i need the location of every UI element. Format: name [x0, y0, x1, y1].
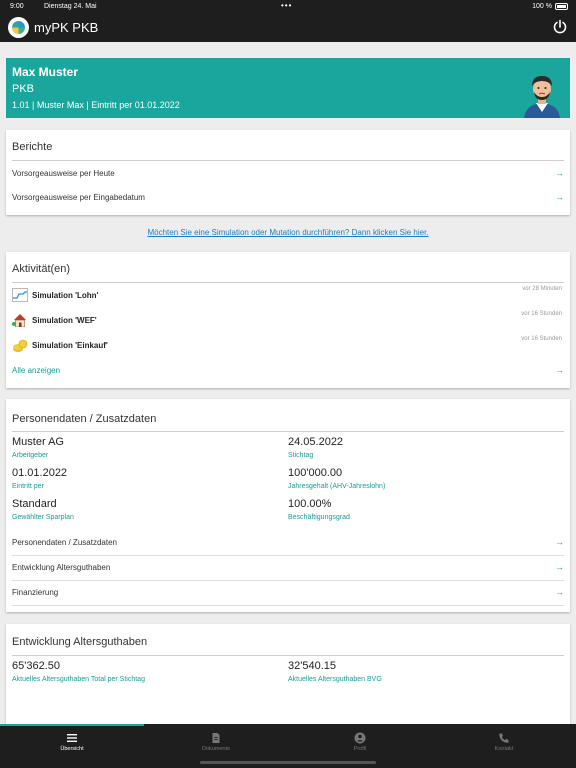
arrow-right-icon: →: [555, 562, 564, 572]
tab-contact[interactable]: Kontakt: [432, 728, 576, 752]
activity-label[interactable]: Simulation 'Lohn': [32, 291, 98, 300]
multitasking-dots-icon[interactable]: •••: [281, 1, 292, 10]
personal-data-card: Personendaten / Zusatzdaten Muster AG Ar…: [6, 399, 570, 612]
reference-date-label: Stichtag: [288, 452, 314, 459]
reports-card: Berichte Vorsorgeausweise per Heute → Vo…: [6, 130, 570, 215]
activities-card: Aktivität(en) Simulation 'Lohn' vor 28 M…: [6, 252, 570, 388]
document-icon: [212, 733, 220, 743]
avatar: [524, 76, 560, 118]
bvg-savings-value: 32'540.15: [288, 660, 336, 672]
tab-documents[interactable]: Dokumente: [144, 728, 288, 752]
activity-time: vor 16 Stunden: [521, 336, 562, 342]
power-icon[interactable]: [552, 19, 568, 35]
app-logo: [8, 17, 29, 38]
reference-date-value: 24.05.2022: [288, 436, 344, 448]
profile-icon: [354, 732, 366, 744]
tab-bar: Übersicht Dokumente Profil Kontakt: [0, 724, 576, 768]
profile-header: Max Muster PKB 1.01 | Muster Max | Eintr…: [6, 58, 570, 118]
entry-date-value: 01.01.2022: [12, 467, 68, 479]
reports-title: Berichte: [12, 141, 53, 153]
personal-data-title: Personendaten / Zusatzdaten: [12, 413, 157, 425]
savings-plan-value: Standard: [12, 498, 57, 510]
activity-label[interactable]: Simulation 'WEF': [32, 316, 97, 325]
activity-time: vor 16 Stunden: [521, 311, 562, 317]
menu-icon: [67, 734, 77, 742]
personal-data-link[interactable]: Personendaten / Zusatzdaten →: [12, 537, 564, 556]
financing-link[interactable]: Finanzierung →: [12, 587, 564, 606]
activity-label[interactable]: Simulation 'Einkauf': [32, 341, 108, 350]
arrow-right-icon: →: [555, 168, 564, 178]
tab-label: Kontakt: [494, 746, 514, 752]
annual-salary-label: Jahresgehalt (AHV-Jahreslohn): [288, 483, 386, 490]
annual-salary-value: 100'000.00: [288, 467, 343, 479]
bvg-savings-label: Aktuelles Altersguthaben BVG: [288, 676, 382, 683]
savings-plan-label: Gewählter Sparplan: [12, 514, 74, 521]
report-item-date[interactable]: Vorsorgeausweise per Eingabedatum →: [12, 192, 564, 202]
profile-org: PKB: [12, 83, 35, 95]
arrow-right-icon: →: [555, 365, 564, 375]
total-savings-label: Aktuelles Altersguthaben Total per Stich…: [12, 676, 145, 683]
tab-overview[interactable]: Übersicht: [0, 728, 144, 752]
tab-label: Dokumente: [201, 746, 231, 752]
profile-info: 1.01 | Muster Max | Eintritt per 01.01.2…: [12, 100, 180, 110]
arrow-right-icon: →: [555, 192, 564, 202]
show-all-link[interactable]: Alle anzeigen →: [12, 365, 564, 375]
employment-rate-label: Beschäftigungsgrad: [288, 514, 350, 521]
status-date: Dienstag 24. Mai: [44, 3, 97, 10]
tab-label: Übersicht: [60, 746, 84, 752]
arrow-right-icon: →: [555, 537, 564, 547]
report-item-today[interactable]: Vorsorgeausweise per Heute →: [12, 168, 564, 178]
phone-icon: [499, 733, 509, 743]
app-title: myPK PKB: [34, 20, 99, 35]
house-icon: [12, 314, 26, 327]
retirement-savings-title: Entwicklung Altersguthaben: [12, 636, 148, 648]
salary-chart-icon: [12, 288, 28, 302]
status-bar: 9:00 Dienstag 24. Mai ••• 100 %: [0, 0, 576, 13]
tab-label: Profil: [353, 746, 367, 752]
status-time: 9:00: [10, 3, 24, 10]
coins-icon: [13, 339, 28, 352]
retirement-development-link[interactable]: Entwicklung Altersguthaben →: [12, 562, 564, 581]
arrow-right-icon: →: [555, 587, 564, 597]
simulation-link[interactable]: Möchten Sie eine Simulation oder Mutatio…: [0, 228, 576, 237]
total-savings-value: 65'362.50: [12, 660, 60, 672]
activities-title: Aktivität(en): [12, 263, 71, 275]
tab-profile[interactable]: Profil: [288, 728, 432, 752]
entry-date-label: Eintritt per: [12, 483, 44, 490]
retirement-savings-card: Entwicklung Altersguthaben 65'362.50 Akt…: [6, 624, 570, 729]
employment-rate-value: 100.00%: [288, 498, 332, 510]
employer-value: Muster AG: [12, 436, 64, 448]
battery-percent: 100 %: [532, 3, 552, 10]
battery-icon: [555, 3, 568, 10]
profile-name: Max Muster: [12, 65, 79, 79]
activity-time: vor 28 Minuten: [522, 286, 562, 292]
active-tab-indicator: [0, 724, 144, 726]
app-bar: myPK PKB: [0, 13, 576, 42]
employer-label: Arbeitgeber: [12, 452, 49, 459]
home-indicator[interactable]: [200, 761, 376, 764]
